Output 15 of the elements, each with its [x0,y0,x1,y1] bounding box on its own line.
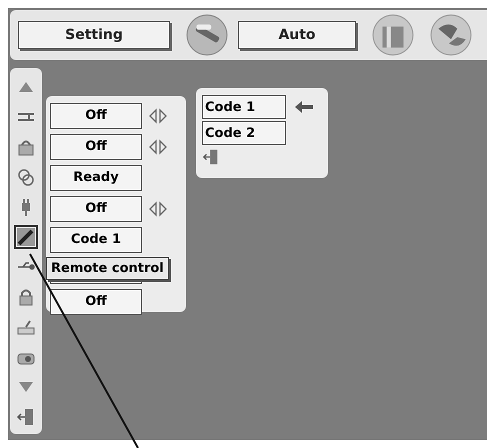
tools-icon[interactable] [186,14,228,56]
exit-icon[interactable] [202,148,220,166]
option-item[interactable]: Code 1 [202,95,286,119]
value-field[interactable]: Ready [50,164,142,190]
value-field[interactable]: Code 1 [50,226,142,252]
value-field[interactable]: Off [50,196,142,222]
value-field[interactable]: Off [50,102,142,128]
menu-button[interactable]: Auto [238,21,356,49]
column-icon[interactable] [372,14,414,56]
option-item[interactable]: Code 2 [202,121,286,145]
value-field[interactable]: Off [50,134,142,160]
pen-icon[interactable] [14,225,38,249]
tooltip: Remote control [46,257,169,280]
value-field[interactable]: Off [50,288,142,314]
menu-button[interactable]: Setting [18,21,170,49]
